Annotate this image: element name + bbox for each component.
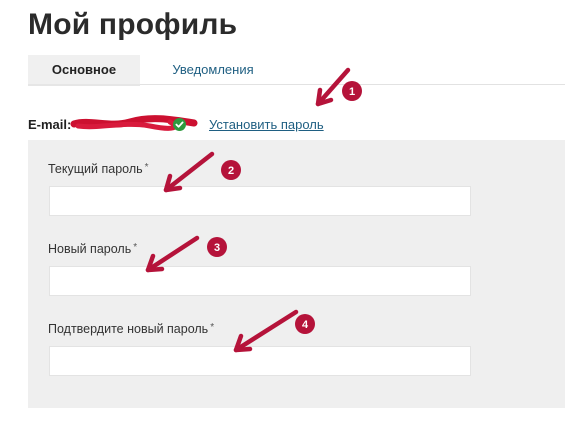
current-password-input[interactable] [49,186,471,216]
required-mark: * [144,162,149,173]
current-password-label: Текущий пароль * [48,162,149,176]
new-password-label-text: Новый пароль [48,242,132,256]
check-circle-icon [173,118,186,131]
confirm-password-label: Подтвердите новый пароль * [48,322,214,336]
confirm-password-label-text: Подтвердите новый пароль [48,322,209,336]
badge-number-1: 1 [349,86,355,98]
required-mark: * [210,322,215,333]
required-mark: * [133,242,138,253]
tab-notifications[interactable]: Уведомления [158,55,268,84]
new-password-label: Новый пароль * [48,242,137,256]
tab-general[interactable]: Основное [28,55,140,86]
profile-page: Мой профиль Основное Уведомления E-mail:… [0,0,565,445]
current-password-label-text: Текущий пароль [48,162,143,176]
confirm-password-input[interactable] [49,346,471,376]
page-title: Мой профиль [28,8,238,41]
password-form-panel: Текущий пароль * Новый пароль * Подтвердит… [28,140,565,408]
set-password-link[interactable]: Установить пароль [209,117,324,132]
new-password-input[interactable] [49,266,471,296]
email-label: E-mail: [28,117,72,132]
profile-tabs: Основное Уведомления [28,55,565,86]
